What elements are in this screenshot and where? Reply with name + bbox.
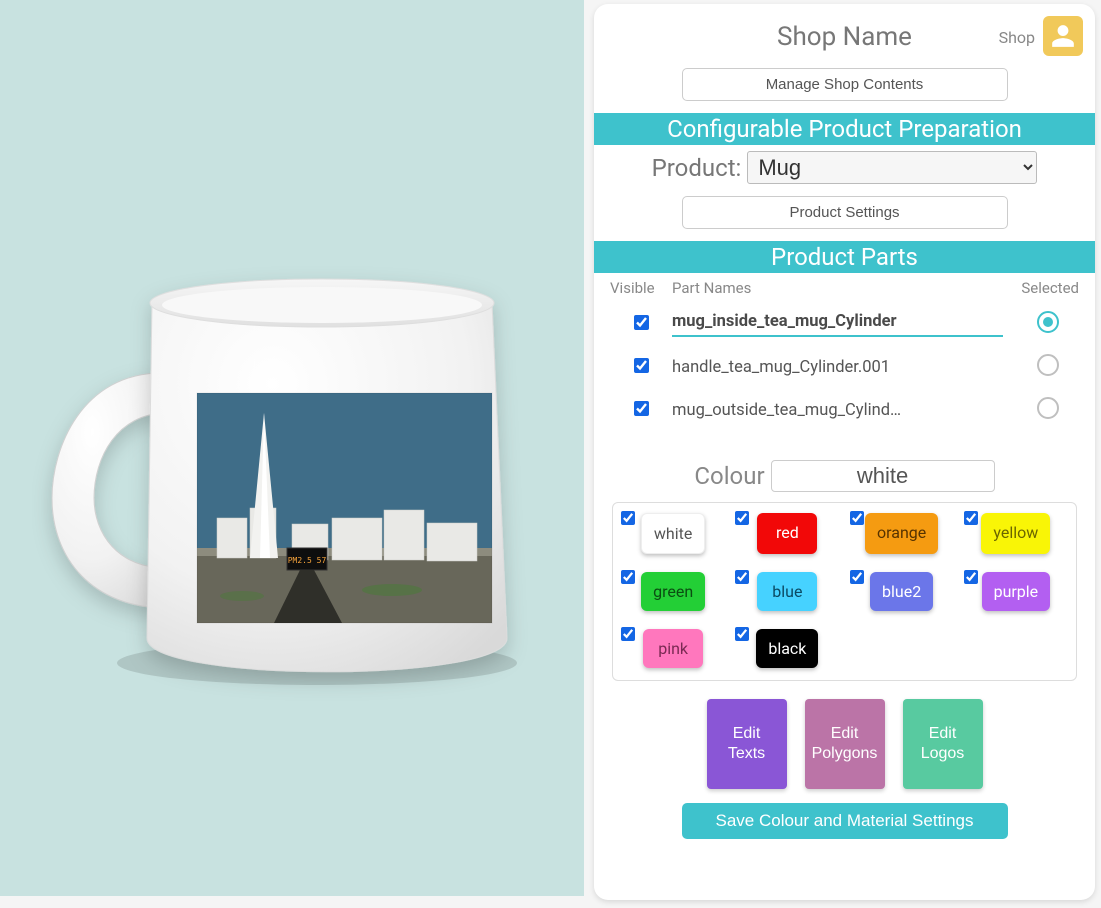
product-select[interactable]: Mug	[747, 151, 1037, 184]
shop-link[interactable]: Shop	[999, 28, 1035, 47]
swatch-checkbox-white[interactable]	[621, 511, 635, 525]
swatch-checkbox-orange[interactable]	[850, 511, 864, 525]
col-selected-label: Selected	[1003, 279, 1079, 297]
swatch-blue[interactable]: blue	[757, 572, 817, 611]
swatch-green[interactable]: green	[641, 572, 705, 611]
swatch-cell-purple: purple	[962, 572, 1070, 611]
swatch-black[interactable]: black	[756, 629, 818, 668]
swatch-checkbox-red[interactable]	[735, 511, 749, 525]
swatch-blue2[interactable]: blue2	[870, 572, 933, 611]
colour-input[interactable]	[771, 460, 995, 492]
swatch-cell-white: white	[619, 513, 727, 554]
part-selected-radio[interactable]	[1037, 311, 1059, 333]
product-preview-pane[interactable]: PM2.5 57	[0, 0, 584, 896]
save-settings-button[interactable]: Save Colour and Material Settings	[682, 803, 1008, 839]
swatch-checkbox-yellow[interactable]	[964, 511, 978, 525]
swatch-red[interactable]: red	[757, 513, 817, 554]
part-visible-checkbox[interactable]	[634, 401, 649, 416]
swatch-cell-pink: pink	[619, 629, 727, 668]
part-visible-checkbox[interactable]	[634, 358, 649, 373]
swatch-cell-blue2: blue2	[848, 572, 956, 611]
edit-polygons-button[interactable]: Edit Polygons	[805, 699, 885, 789]
part-row[interactable]: handle_tea_mug_Cylinder.001	[606, 346, 1083, 389]
avatar[interactable]	[1043, 16, 1083, 56]
swatch-checkbox-black[interactable]	[735, 627, 749, 641]
shop-name-title: Shop Name	[777, 22, 912, 52]
swatch-cell-black: black	[733, 629, 841, 668]
swatch-cell-green: green	[619, 572, 727, 611]
mug-preview: PM2.5 57	[32, 188, 552, 708]
part-row[interactable]: mug_outside_tea_mug_Cylind…	[606, 389, 1083, 432]
swatch-checkbox-pink[interactable]	[621, 627, 635, 641]
user-icon	[1050, 23, 1076, 49]
part-row[interactable]: mug_inside_tea_mug_Cylinder	[606, 303, 1083, 346]
section-config-prep: Configurable Product Preparation	[594, 113, 1095, 145]
part-name: mug_inside_tea_mug_Cylinder	[672, 312, 1003, 337]
part-name: handle_tea_mug_Cylinder.001	[672, 358, 1003, 377]
swatch-white[interactable]: white	[641, 513, 705, 554]
colour-label: Colour	[694, 462, 764, 490]
decal-sign-text: PM2.5 57	[288, 556, 327, 565]
part-name: mug_outside_tea_mug_Cylind…	[672, 401, 1003, 420]
swatches-container: white red orange yellow green blue blue2 purple…	[612, 502, 1077, 681]
swatch-checkbox-blue2[interactable]	[850, 570, 864, 584]
swatch-yellow[interactable]: yellow	[981, 513, 1050, 554]
swatch-cell-red: red	[733, 513, 841, 554]
product-label: Product:	[652, 154, 742, 182]
col-visible-label: Visible	[610, 279, 672, 297]
config-panel: Shop Name Shop Manage Shop Contents Conf…	[594, 4, 1095, 900]
product-settings-button[interactable]: Product Settings	[682, 196, 1008, 229]
manage-shop-button[interactable]: Manage Shop Contents	[682, 68, 1008, 101]
part-selected-radio[interactable]	[1037, 397, 1059, 419]
swatch-checkbox-purple[interactable]	[964, 570, 978, 584]
section-product-parts: Product Parts	[594, 241, 1095, 273]
swatch-checkbox-blue[interactable]	[735, 570, 749, 584]
swatch-orange[interactable]: orange	[865, 513, 938, 554]
swatch-pink[interactable]: pink	[643, 629, 703, 668]
part-visible-checkbox[interactable]	[634, 315, 649, 330]
swatch-cell-blue: blue	[733, 572, 841, 611]
col-names-label: Part Names	[672, 279, 1003, 297]
edit-texts-button[interactable]: Edit Texts	[707, 699, 787, 789]
parts-header-row: Visible Part Names Selected	[606, 279, 1083, 303]
edit-logos-button[interactable]: Edit Logos	[903, 699, 983, 789]
swatch-cell-orange: orange	[848, 513, 956, 554]
swatch-checkbox-green[interactable]	[621, 570, 635, 584]
swatch-purple[interactable]: purple	[982, 572, 1051, 611]
swatch-cell-yellow: yellow	[962, 513, 1070, 554]
part-selected-radio[interactable]	[1037, 354, 1059, 376]
